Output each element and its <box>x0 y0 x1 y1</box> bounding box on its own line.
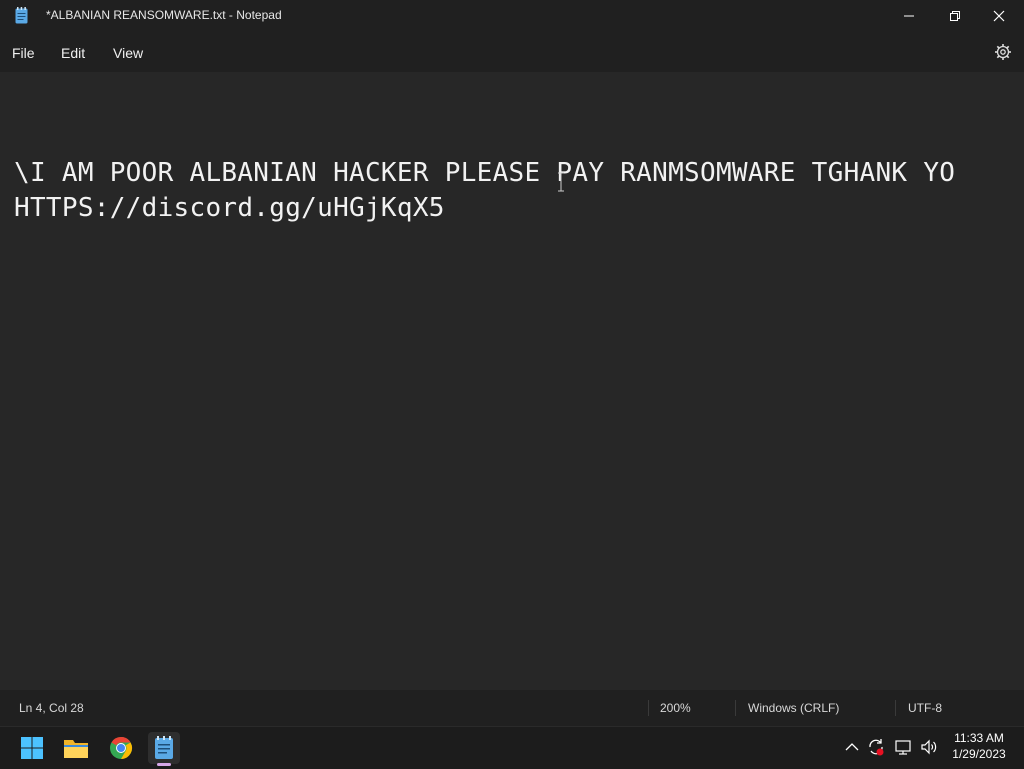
chrome-icon <box>110 737 133 759</box>
menu-view[interactable]: View <box>113 45 143 61</box>
menu-bar: File Edit View <box>0 32 1024 72</box>
close-button[interactable] <box>976 0 1022 32</box>
windows-start-icon <box>21 737 43 759</box>
status-divider <box>735 700 736 716</box>
status-bar: Ln 4, Col 28 200% Windows (CRLF) UTF-8 <box>0 690 1024 726</box>
network-icon[interactable] <box>894 737 914 757</box>
maximize-icon <box>950 11 960 21</box>
notepad-icon <box>155 736 173 759</box>
encoding: UTF-8 <box>908 701 942 715</box>
taskbar-file-explorer[interactable] <box>60 732 92 764</box>
title-bar: *ALBANIAN REANSOMWARE.txt - Notepad <box>0 0 1024 32</box>
editor-line-3: \I AM POOR ALBANIAN HACKER PLEASE PAY RA… <box>14 158 956 188</box>
status-divider <box>895 700 896 716</box>
active-indicator <box>157 763 171 766</box>
restore-button[interactable] <box>932 0 978 32</box>
chevron-up-icon[interactable] <box>842 737 862 757</box>
taskbar-notepad[interactable] <box>148 732 180 766</box>
editor-line-4: HTTPS://discord.gg/uHGjKqX5 <box>14 193 445 223</box>
menu-edit[interactable]: Edit <box>61 45 85 61</box>
text-cursor-icon <box>558 172 564 192</box>
notepad-icon <box>15 7 28 24</box>
close-icon <box>993 10 1005 22</box>
zoom-level: 200% <box>660 701 691 715</box>
cursor-position: Ln 4, Col 28 <box>19 701 84 715</box>
gear-icon[interactable] <box>994 43 1012 61</box>
menu-file[interactable]: File <box>12 45 35 61</box>
clock-time: 11:33 AM <box>954 731 1004 745</box>
file-explorer-icon <box>64 740 88 758</box>
clock-date: 1/29/2023 <box>952 747 1006 761</box>
minimize-button[interactable] <box>886 0 932 32</box>
minimize-icon <box>904 15 914 17</box>
start-button[interactable] <box>16 732 48 764</box>
taskbar: 11:33 AM 1/29/2023 <box>0 726 1024 769</box>
window-title: *ALBANIAN REANSOMWARE.txt - Notepad <box>46 8 282 22</box>
status-divider <box>648 700 649 716</box>
volume-icon[interactable] <box>919 737 939 757</box>
line-ending: Windows (CRLF) <box>748 701 840 715</box>
sync-icon[interactable] <box>866 737 886 757</box>
taskbar-clock[interactable]: 11:33 AM 1/29/2023 <box>944 730 1014 762</box>
taskbar-chrome[interactable] <box>105 732 137 764</box>
